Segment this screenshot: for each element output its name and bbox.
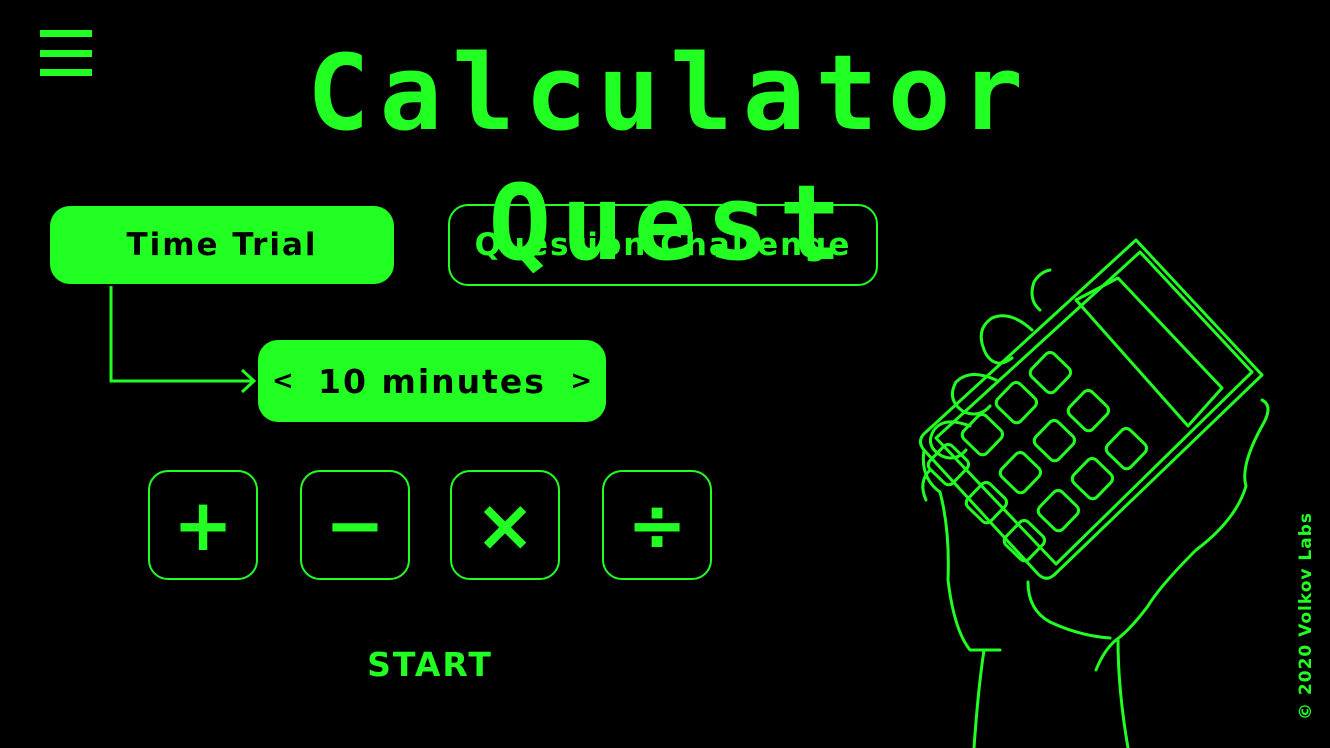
start-button[interactable]: START bbox=[330, 640, 530, 690]
duration-next-button[interactable]: > bbox=[564, 366, 598, 396]
copyright-text: © 2020 Volkov Labs bbox=[1296, 511, 1316, 720]
minus-button[interactable]: − bbox=[300, 470, 410, 580]
multiply-button[interactable]: × bbox=[450, 470, 560, 580]
duration-value: 10 minutes bbox=[318, 361, 546, 401]
question-challenge-button[interactable]: Question Challenge bbox=[448, 204, 878, 286]
minus-icon: − bbox=[324, 483, 386, 567]
divide-button[interactable]: ÷ bbox=[602, 470, 712, 580]
divide-icon: ÷ bbox=[626, 483, 688, 567]
duration-prev-button[interactable]: < bbox=[266, 366, 300, 396]
connector-arrow bbox=[109, 286, 257, 394]
hand-calculator-illustration bbox=[919, 238, 1270, 748]
plus-button[interactable]: + bbox=[148, 470, 258, 580]
multiply-icon: × bbox=[474, 483, 536, 567]
calculator-icon bbox=[919, 238, 1264, 580]
duration-selector: < 10 minutes > bbox=[258, 340, 606, 422]
plus-icon: + bbox=[172, 483, 234, 567]
